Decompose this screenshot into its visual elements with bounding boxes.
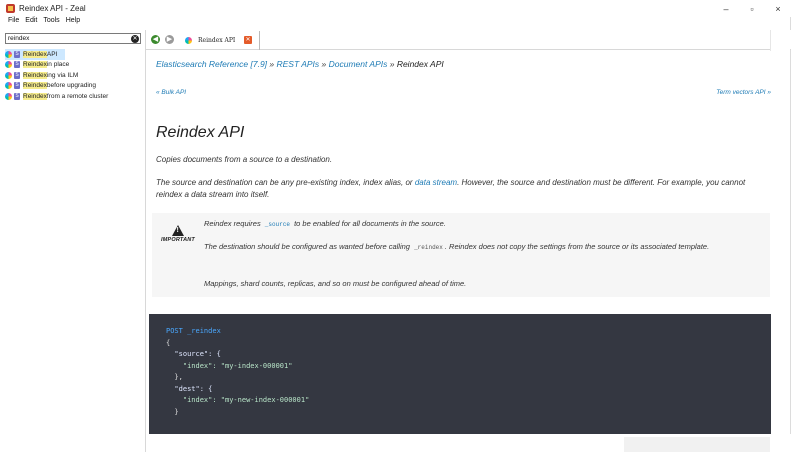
result-item[interactable]: S Reindex API	[5, 49, 65, 60]
elasticsearch-docset-icon	[185, 37, 192, 44]
result-highlight: Reindex	[23, 61, 47, 69]
menu-edit[interactable]: Edit	[25, 17, 37, 29]
result-item[interactable]: S Reindex from a remote cluster	[5, 91, 145, 102]
code-method: POST	[166, 327, 183, 335]
admonition-text: to be enabled for all documents in the s…	[292, 219, 446, 228]
result-highlight: Reindex	[23, 71, 47, 79]
intro-paragraph: Copies documents from a source to a dest…	[156, 155, 333, 164]
section-type-icon: S	[14, 71, 20, 79]
admonition-text: The destination should be configured as …	[204, 242, 413, 251]
zeal-app-icon	[6, 4, 15, 13]
breadcrumb-link[interactable]: REST APIs	[276, 59, 319, 69]
admonition-line: Mappings, shard counts, replicas, and so…	[204, 279, 467, 288]
result-label: in place	[46, 61, 70, 69]
back-arrow-icon[interactable]: ◀	[151, 35, 160, 44]
close-button[interactable]: ×	[765, 0, 791, 17]
code-line: "source": {	[166, 350, 221, 358]
menu-tools[interactable]: Tools	[43, 17, 59, 29]
section-type-icon: S	[14, 50, 20, 58]
menu-bar: File Edit Tools Help	[0, 17, 86, 29]
code-line: "index": "my-new-index-000001"	[166, 396, 310, 404]
sidebar: reindex ✕ S Reindex API S Reindex in pla…	[0, 30, 146, 452]
minimize-button[interactable]: –	[713, 0, 739, 17]
window-title: Reindex API - Zeal	[19, 4, 86, 13]
code-path: _reindex	[187, 327, 221, 335]
breadcrumb-sep: »	[319, 59, 329, 69]
maximize-button[interactable]: ▫	[739, 0, 765, 17]
elasticsearch-docset-icon	[5, 71, 12, 79]
data-stream-link[interactable]: data stream	[415, 178, 457, 187]
section-type-icon: S	[14, 92, 20, 100]
code-line: "index": "my-index-000001"	[166, 361, 293, 370]
background-panel	[624, 437, 770, 452]
admonition-line: The destination should be configured as …	[204, 241, 764, 254]
code-line: },	[166, 373, 183, 381]
result-label: from a remote cluster	[46, 92, 109, 100]
admonition-line: Reindex requires _source to be enabled f…	[204, 218, 764, 231]
zeal-window: Reindex API - Zeal – ▫ × File Edit Tools…	[0, 0, 791, 452]
tab-label: Reindex API	[198, 37, 236, 44]
tab-bar: ◀ ▶ Reindex API ✕	[146, 30, 791, 50]
result-highlight: Reindex	[23, 50, 47, 58]
elasticsearch-docset-icon	[5, 61, 12, 69]
search-input[interactable]: reindex ✕	[5, 33, 141, 44]
next-page-link[interactable]: Term vectors API »	[716, 89, 771, 96]
clear-search-icon[interactable]: ✕	[131, 35, 139, 43]
paragraph-text: The source and destination can be any pr…	[156, 178, 415, 187]
result-highlight: Reindex	[23, 92, 47, 100]
search-results: S Reindex API S Reindex in place S Reind…	[5, 49, 145, 102]
warning-icon	[172, 225, 184, 236]
result-item[interactable]: S Reindex ing via ILM	[5, 70, 145, 81]
elasticsearch-docset-icon	[5, 92, 12, 100]
elasticsearch-docset-icon	[5, 50, 12, 58]
breadcrumb-sep: »	[387, 59, 397, 69]
inline-code: _source	[264, 221, 290, 228]
section-type-icon: S	[14, 61, 20, 69]
breadcrumb-current: Reindex API	[396, 59, 444, 69]
breadcrumb-link[interactable]: Elasticsearch Reference [7.9]	[156, 59, 267, 69]
search-input-value: reindex	[8, 35, 30, 42]
tab-reindex-api[interactable]: Reindex API ✕	[180, 31, 260, 50]
admonition-text: Reindex requires	[204, 219, 263, 228]
prev-page-link[interactable]: « Bulk API	[156, 89, 186, 96]
menu-file[interactable]: File	[8, 17, 19, 29]
close-tab-icon[interactable]: ✕	[244, 36, 252, 44]
forward-arrow-icon[interactable]: ▶	[165, 35, 174, 44]
code-line: "dest": {	[166, 384, 213, 393]
result-label: ing via ILM	[46, 71, 79, 79]
page-title: Reindex API	[156, 124, 245, 141]
result-label: API	[46, 50, 58, 58]
source-dest-paragraph: The source and destination can be any pr…	[156, 177, 766, 201]
code-line: }	[166, 407, 179, 416]
important-admonition: IMPORTANT Reindex requires _source to be…	[152, 213, 770, 297]
section-type-icon: S	[14, 82, 20, 90]
window-controls: – ▫ ×	[713, 0, 791, 17]
doc-content: Elasticsearch Reference [7.9] » REST API…	[146, 51, 771, 434]
code-line: {	[166, 338, 171, 347]
result-label: before upgrading	[46, 82, 97, 90]
elasticsearch-docset-icon	[5, 82, 12, 90]
inline-code: _reindex	[414, 244, 443, 251]
result-item[interactable]: S Reindex in place	[5, 60, 145, 71]
result-item[interactable]: S Reindex before upgrading	[5, 81, 145, 92]
right-gutter	[770, 30, 790, 452]
code-block: POST _reindex { "source": { "index": "my…	[149, 314, 771, 434]
breadcrumb: Elasticsearch Reference [7.9] » REST API…	[156, 59, 444, 69]
important-label: IMPORTANT	[161, 237, 195, 243]
result-highlight: Reindex	[23, 82, 47, 90]
admonition-text: . Reindex does not copy the settings fro…	[444, 242, 710, 251]
title-bar: Reindex API - Zeal – ▫ ×	[0, 0, 791, 17]
breadcrumb-link[interactable]: Document APIs	[329, 59, 388, 69]
menu-help[interactable]: Help	[66, 17, 80, 29]
